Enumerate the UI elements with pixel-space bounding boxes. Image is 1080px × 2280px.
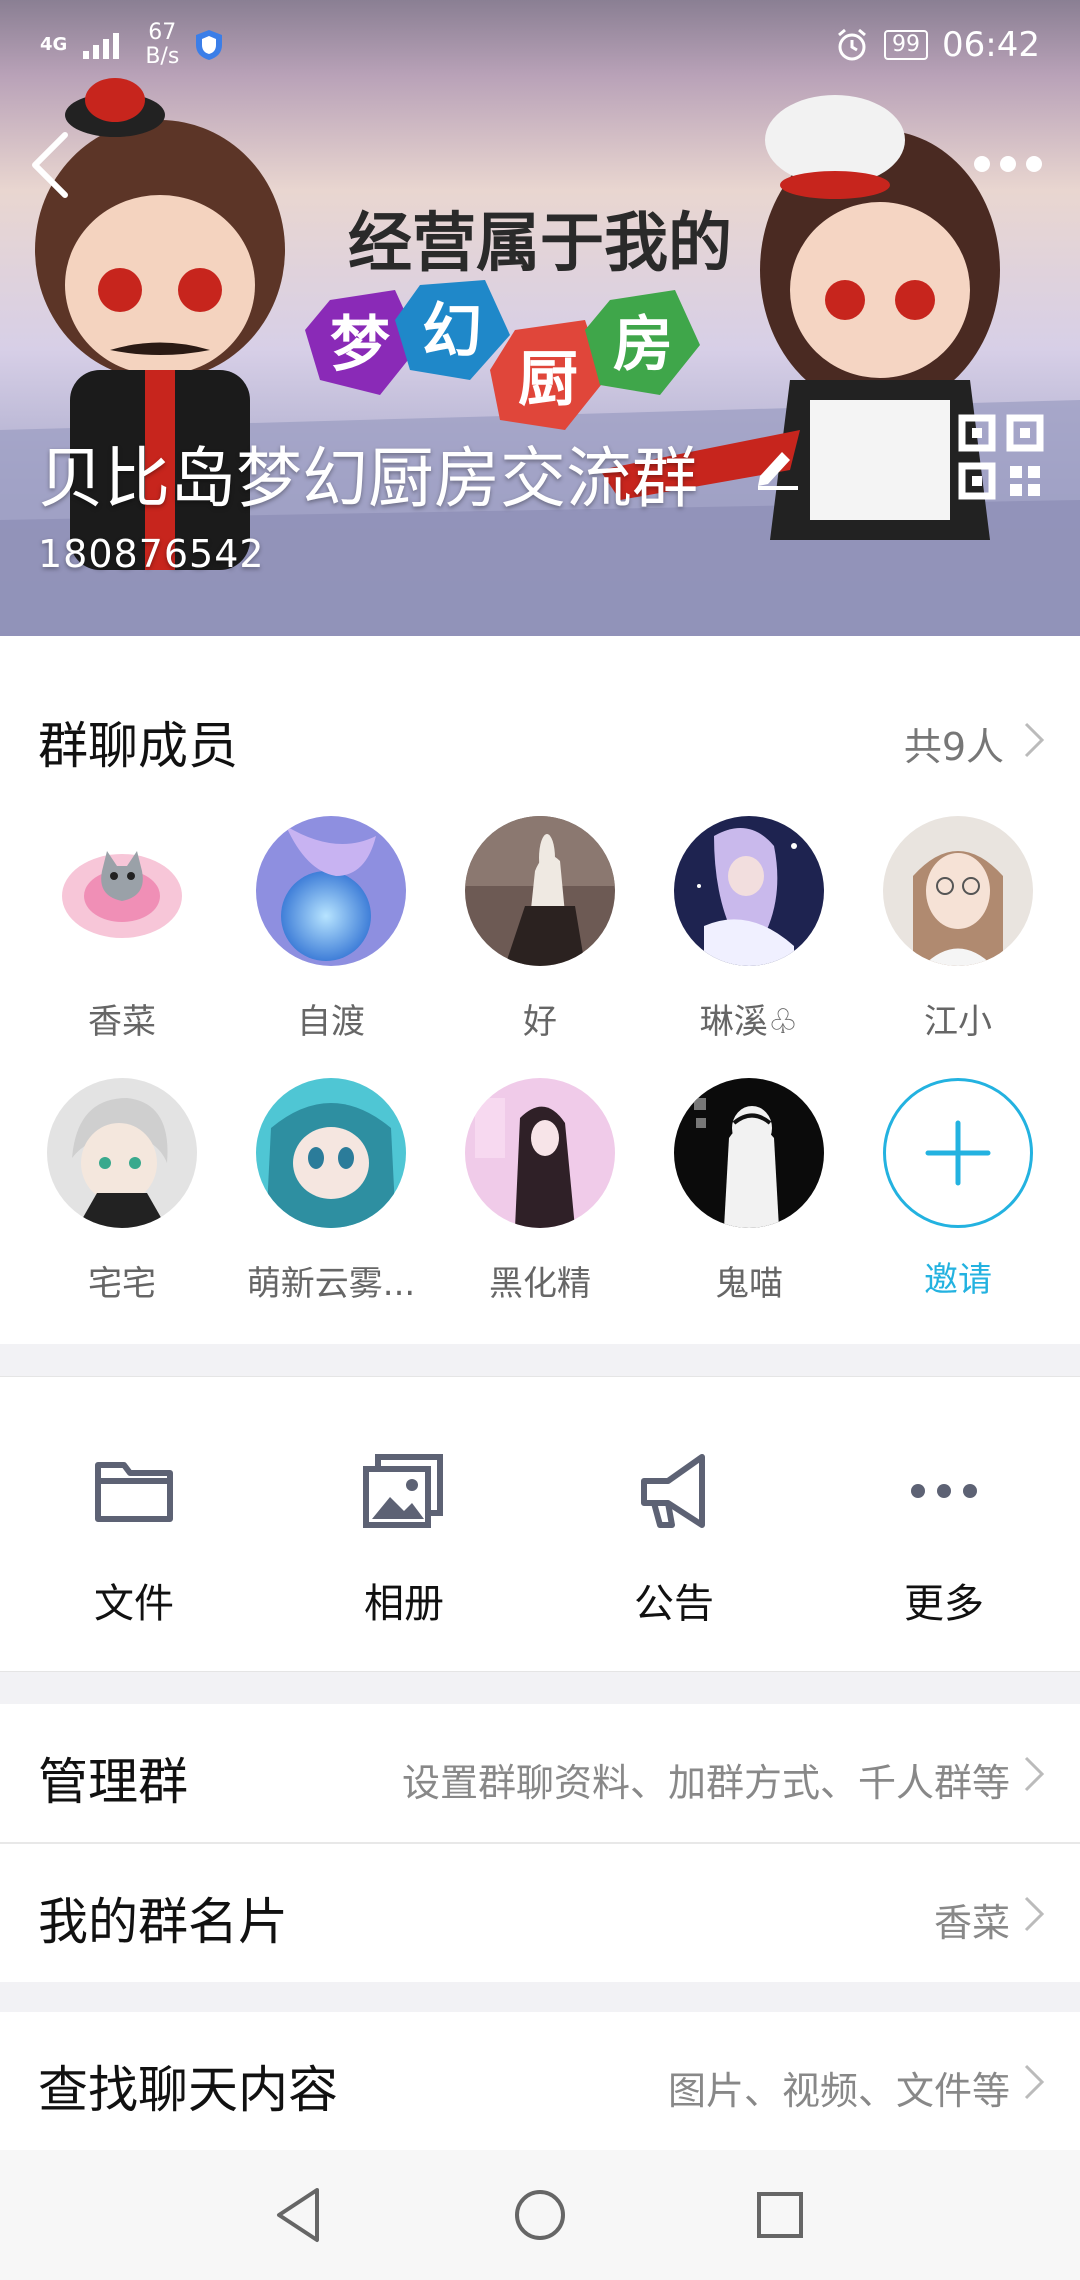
more-dots-icon — [911, 1484, 977, 1498]
network-speed: 67 B/s — [145, 20, 180, 69]
group-header: 经营属于我的 梦 幻 厨 房 4G 67 B/s 99 06:42 贝比岛梦幻厨… — [0, 0, 1080, 636]
member-name: 黑化精 — [489, 1264, 591, 1304]
member-item[interactable]: 好 — [435, 816, 645, 1043]
action-label: 文件 — [94, 1581, 174, 1627]
search-chat-row[interactable]: 查找聊天内容 图片、视频、文件等 — [0, 2012, 1080, 2150]
avatar — [465, 816, 615, 966]
action-label: 更多 — [904, 1581, 984, 1627]
megaphone-icon — [641, 1454, 705, 1528]
plus-icon — [925, 1120, 991, 1186]
avatar — [47, 816, 197, 966]
member-item[interactable]: 萌新云雾... — [226, 1078, 436, 1305]
banner-char-3: 厨 — [518, 345, 578, 415]
status-bar: 4G 67 B/s 99 06:42 — [0, 0, 1080, 90]
row-value: 香菜 — [933, 1901, 1010, 1945]
dot-icon — [1000, 156, 1016, 172]
member-item[interactable]: 宅宅 — [17, 1078, 227, 1305]
chevron-right-icon — [1024, 1896, 1045, 1932]
action-label: 公告 — [634, 1581, 714, 1627]
row-title: 查找聊天内容 — [38, 2061, 338, 2119]
member-item[interactable]: 黑化精 — [435, 1078, 645, 1305]
album-button[interactable]: 相册 — [304, 1441, 504, 1629]
invite-label: 邀请 — [924, 1260, 992, 1300]
members-count-link[interactable]: 共9人 — [904, 716, 1004, 771]
avatar — [256, 816, 406, 966]
row-value: 图片、视频、文件等 — [667, 2069, 1010, 2113]
banner-char-4: 房 — [613, 310, 673, 380]
action-label: 相册 — [364, 1581, 444, 1627]
members-section: 群聊成员 共9人 香菜 自渡 好 琳溪♧ 江小 宅宅 萌新云雾... 黑化精 鬼… — [0, 636, 1080, 1344]
member-name: 香菜 — [88, 1002, 156, 1042]
home-circle-icon[interactable] — [505, 2180, 575, 2250]
member-name: 好 — [523, 1002, 557, 1042]
album-icon — [363, 1454, 443, 1528]
more-options-button[interactable] — [974, 150, 1054, 178]
members-title: 群聊成员 — [38, 717, 238, 775]
battery-indicator: 99 — [884, 30, 929, 60]
member-item[interactable]: 琳溪♧ — [644, 816, 854, 1043]
avatar — [256, 1078, 406, 1228]
member-item[interactable]: 江小 — [853, 816, 1063, 1043]
member-item[interactable]: 自渡 — [226, 816, 436, 1043]
member-name: 鬼喵 — [715, 1264, 783, 1304]
network-type: 4G — [40, 34, 68, 55]
row-value: 设置群聊资料、加群方式、千人群等 — [401, 1761, 1010, 1805]
member-name: 江小 — [924, 1002, 992, 1042]
banner-char-2: 幻 — [422, 297, 482, 367]
group-name: 贝比岛梦幻厨房交流群 — [38, 440, 698, 517]
folder-icon — [95, 1462, 173, 1522]
my-group-card-row[interactable]: 我的群名片 香菜 — [0, 1844, 1080, 1982]
member-name: 琳溪♧ — [699, 1002, 799, 1042]
invite-button[interactable]: 邀请 — [853, 1078, 1063, 1301]
announcement-button[interactable]: 公告 — [574, 1441, 774, 1629]
avatar — [674, 1078, 824, 1228]
qr-code-icon[interactable] — [958, 414, 1044, 500]
back-triangle-icon[interactable] — [265, 2180, 335, 2250]
member-name: 自渡 — [297, 1002, 365, 1042]
avatar — [47, 1078, 197, 1228]
member-item[interactable]: 香菜 — [17, 816, 227, 1043]
clock: 06:42 — [942, 25, 1040, 65]
chevron-right-icon — [1024, 2064, 1045, 2100]
avatar — [465, 1078, 615, 1228]
avatar — [883, 816, 1033, 966]
row-title: 我的群名片 — [38, 1893, 288, 1951]
signal-icon — [83, 33, 120, 59]
chevron-right-icon — [1024, 1756, 1045, 1792]
dot-icon — [974, 156, 990, 172]
more-button[interactable]: 更多 — [844, 1441, 1044, 1629]
manage-group-row[interactable]: 管理群 设置群聊资料、加群方式、千人群等 — [0, 1704, 1080, 1842]
recents-square-icon[interactable] — [745, 2180, 815, 2250]
shield-icon — [196, 30, 223, 60]
banner-char-1: 梦 — [330, 310, 390, 380]
banner-slogan: 经营属于我的 — [348, 207, 732, 281]
avatar — [674, 816, 824, 966]
files-button[interactable]: 文件 — [34, 1441, 234, 1629]
back-button[interactable] — [20, 120, 80, 210]
group-id: 180876542 — [38, 532, 265, 576]
alarm-icon — [838, 28, 866, 61]
chevron-right-icon — [1024, 722, 1045, 758]
row-title: 管理群 — [38, 1753, 188, 1811]
member-name: 萌新云雾... — [246, 1264, 416, 1304]
invite-circle — [883, 1078, 1033, 1228]
system-nav-bar — [0, 2150, 1080, 2280]
edit-name-icon[interactable] — [752, 440, 800, 490]
quick-actions: 文件 相册 公告 更多 — [0, 1376, 1080, 1672]
dot-icon — [1026, 156, 1042, 172]
member-name: 宅宅 — [88, 1264, 156, 1304]
member-item[interactable]: 鬼喵 — [644, 1078, 854, 1305]
